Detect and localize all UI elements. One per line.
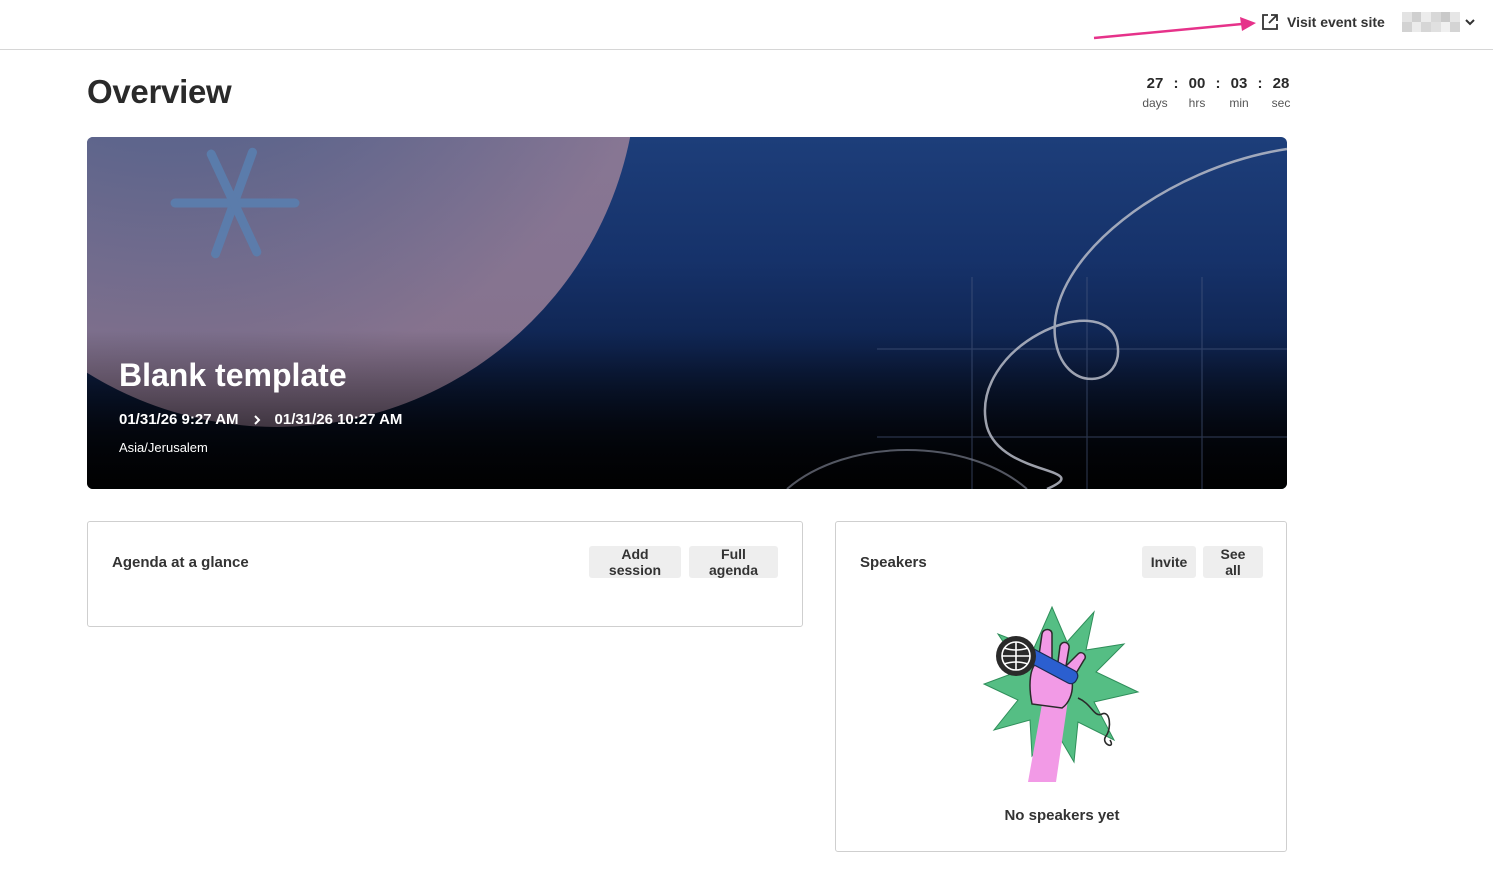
- see-all-speakers-button[interactable]: See all: [1203, 546, 1263, 578]
- countdown-unit: days: [1142, 96, 1168, 110]
- event-title: Blank template: [119, 357, 347, 393]
- no-speakers-text: No speakers yet: [1004, 807, 1120, 824]
- annotation-arrow: [1093, 17, 1256, 40]
- visit-event-site-label: Visit event site: [1287, 14, 1385, 30]
- event-start: 01/31/26 9:27 AM: [119, 411, 239, 428]
- speakers-card: Speakers Invite See all No speakers yet: [835, 521, 1287, 852]
- speakers-title: Speakers: [860, 554, 927, 571]
- countdown-unit: sec: [1271, 96, 1291, 110]
- event-dates: 01/31/26 9:27 AM 01/31/26 10:27 AM: [119, 411, 402, 428]
- countdown-separator: :: [1173, 75, 1179, 92]
- banner-artwork: [87, 137, 1287, 489]
- countdown-separator: :: [1215, 75, 1221, 92]
- top-bar: Visit event site: [0, 0, 1493, 50]
- external-link-icon: [1262, 14, 1278, 30]
- agenda-card: Agenda at a glance Add session Full agen…: [87, 521, 803, 627]
- countdown-days: 27 days: [1138, 75, 1172, 110]
- page-title: Overview: [87, 73, 232, 110]
- countdown-hours: 00 hrs: [1180, 75, 1214, 110]
- event-timezone: Asia/Jerusalem: [119, 440, 208, 455]
- chevron-right-icon: [253, 414, 260, 425]
- countdown-minutes: 03 min: [1222, 75, 1256, 110]
- countdown-unit: min: [1229, 96, 1249, 110]
- event-end: 01/31/26 10:27 AM: [274, 411, 403, 428]
- agenda-title: Agenda at a glance: [112, 554, 249, 571]
- invite-speaker-button[interactable]: Invite: [1142, 546, 1196, 578]
- countdown-timer: 27 days : 00 hrs : 03 min : 28 sec: [1138, 75, 1298, 110]
- countdown-value: 27: [1146, 75, 1164, 92]
- countdown-seconds: 28 sec: [1264, 75, 1298, 110]
- chevron-down-icon[interactable]: [1464, 16, 1476, 28]
- full-agenda-button[interactable]: Full agenda: [689, 546, 778, 578]
- add-session-button[interactable]: Add session: [589, 546, 681, 578]
- countdown-separator: :: [1257, 75, 1263, 92]
- microphone-hand-illustration: [982, 605, 1140, 782]
- visit-event-site-link[interactable]: Visit event site: [1261, 13, 1385, 31]
- countdown-value: 03: [1230, 75, 1248, 92]
- event-banner: Blank template 01/31/26 9:27 AM 01/31/26…: [87, 137, 1287, 489]
- countdown-value: 00: [1188, 75, 1206, 92]
- avatar[interactable]: [1402, 12, 1460, 32]
- countdown-value: 28: [1272, 75, 1290, 92]
- countdown-unit: hrs: [1188, 96, 1206, 110]
